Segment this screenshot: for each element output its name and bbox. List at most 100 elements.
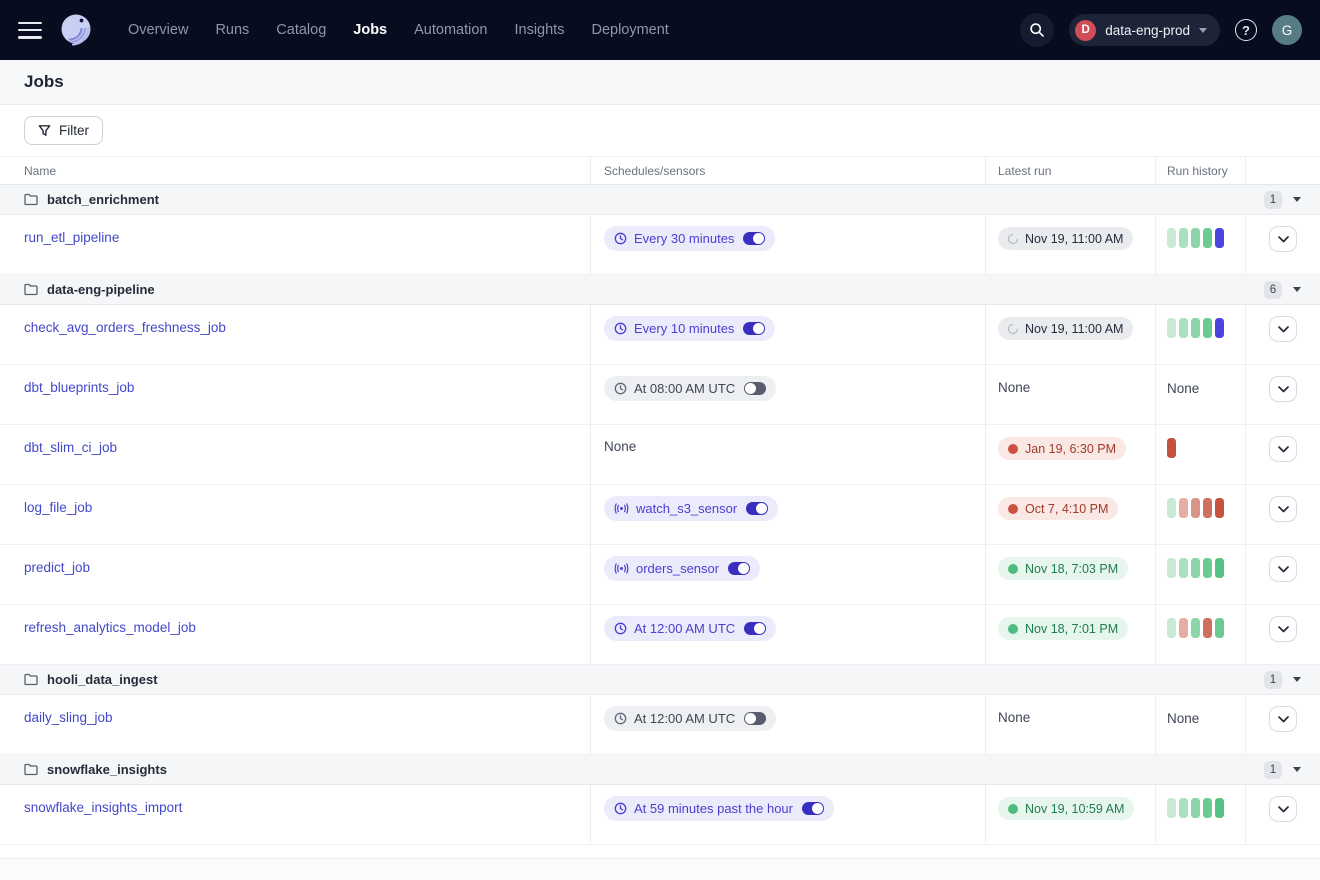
run-history-chip[interactable] bbox=[1215, 798, 1224, 818]
run-history-chip[interactable] bbox=[1167, 318, 1176, 338]
chevron-down-icon bbox=[1199, 28, 1207, 33]
group-collapse-caret-icon[interactable] bbox=[1293, 287, 1301, 292]
run-history-chip[interactable] bbox=[1203, 318, 1212, 338]
latest-run-pill[interactable]: Oct 7, 4:10 PM bbox=[998, 497, 1118, 520]
row-expand-button[interactable] bbox=[1269, 616, 1297, 642]
job-link-log-file[interactable]: log_file_job bbox=[24, 500, 92, 515]
run-history-chip[interactable] bbox=[1179, 798, 1188, 818]
run-history-chip[interactable] bbox=[1191, 558, 1200, 578]
latest-run-pill[interactable]: Jan 19, 6:30 PM bbox=[998, 437, 1126, 460]
run-history-chip[interactable] bbox=[1215, 228, 1224, 248]
sensor-toggle-on[interactable] bbox=[746, 502, 768, 515]
group-row-snowflake-insights[interactable]: snowflake_insights 1 bbox=[0, 755, 1320, 785]
search-button[interactable] bbox=[1020, 13, 1054, 47]
group-collapse-caret-icon[interactable] bbox=[1293, 197, 1301, 202]
run-history-chip[interactable] bbox=[1179, 618, 1188, 638]
run-history-chip[interactable] bbox=[1179, 558, 1188, 578]
run-history-chip[interactable] bbox=[1191, 618, 1200, 638]
schedule-pill[interactable]: Every 30 minutes bbox=[604, 226, 775, 251]
job-link-snowflake-insights-import[interactable]: snowflake_insights_import bbox=[24, 800, 182, 815]
row-expand-button[interactable] bbox=[1269, 796, 1297, 822]
schedule-toggle-on[interactable] bbox=[743, 232, 765, 245]
row-expand-button[interactable] bbox=[1269, 376, 1297, 402]
latest-run-pill[interactable]: Nov 19, 10:59 AM bbox=[998, 797, 1134, 820]
run-history-chip[interactable] bbox=[1179, 498, 1188, 518]
column-header-latest-run: Latest run bbox=[985, 157, 1155, 184]
schedule-toggle-on[interactable] bbox=[744, 622, 766, 635]
run-history-chip[interactable] bbox=[1167, 798, 1176, 818]
row-expand-button[interactable] bbox=[1269, 496, 1297, 522]
run-history-chip[interactable] bbox=[1215, 318, 1224, 338]
job-link-check-avg-orders-freshness[interactable]: check_avg_orders_freshness_job bbox=[24, 320, 226, 335]
row-expand-button[interactable] bbox=[1269, 706, 1297, 732]
schedule-pill[interactable]: At 08:00 AM UTC bbox=[604, 376, 776, 401]
schedule-toggle-on[interactable] bbox=[743, 322, 765, 335]
run-history-chip[interactable] bbox=[1215, 498, 1224, 518]
schedule-pill[interactable]: At 12:00 AM UTC bbox=[604, 706, 776, 731]
run-history-chip[interactable] bbox=[1191, 318, 1200, 338]
run-history-chip[interactable] bbox=[1203, 558, 1212, 578]
run-history-chip[interactable] bbox=[1179, 228, 1188, 248]
group-row-batch-enrichment[interactable]: batch_enrichment 1 bbox=[0, 185, 1320, 215]
run-history-chip[interactable] bbox=[1191, 228, 1200, 248]
schedule-pill[interactable]: Every 10 minutes bbox=[604, 316, 775, 341]
row-expand-button[interactable] bbox=[1269, 316, 1297, 342]
sensor-pill[interactable]: watch_s3_sensor bbox=[604, 496, 778, 521]
nav-item-catalog[interactable]: Catalog bbox=[276, 22, 326, 38]
schedule-toggle-off[interactable] bbox=[744, 382, 766, 395]
run-success-dot-icon bbox=[1008, 804, 1018, 814]
run-history-chip[interactable] bbox=[1167, 498, 1176, 518]
sensor-pill[interactable]: orders_sensor bbox=[604, 556, 760, 581]
row-expand-button[interactable] bbox=[1269, 556, 1297, 582]
latest-run-pill[interactable]: Nov 19, 11:00 AM bbox=[998, 227, 1133, 250]
nav-item-deployment[interactable]: Deployment bbox=[591, 22, 668, 38]
job-link-run-etl-pipeline[interactable]: run_etl_pipeline bbox=[24, 230, 119, 245]
nav-item-automation[interactable]: Automation bbox=[414, 22, 487, 38]
row-expand-button[interactable] bbox=[1269, 226, 1297, 252]
run-history-chip[interactable] bbox=[1203, 498, 1212, 518]
job-link-daily-sling[interactable]: daily_sling_job bbox=[24, 710, 113, 725]
job-link-dbt-slim-ci[interactable]: dbt_slim_ci_job bbox=[24, 440, 117, 455]
dagster-logo-icon[interactable] bbox=[56, 10, 96, 50]
run-history-chip[interactable] bbox=[1203, 228, 1212, 248]
job-link-refresh-analytics-model[interactable]: refresh_analytics_model_job bbox=[24, 620, 196, 635]
run-history-chip[interactable] bbox=[1203, 798, 1212, 818]
run-history-chip[interactable] bbox=[1191, 498, 1200, 518]
run-history-chip[interactable] bbox=[1215, 618, 1224, 638]
latest-run-pill[interactable]: Nov 18, 7:03 PM bbox=[998, 557, 1128, 580]
nav-item-jobs[interactable]: Jobs bbox=[353, 22, 387, 38]
menu-icon[interactable] bbox=[18, 22, 42, 39]
nav-item-runs[interactable]: Runs bbox=[215, 22, 249, 38]
latest-run-pill[interactable]: Nov 18, 7:01 PM bbox=[998, 617, 1128, 640]
schedule-pill[interactable]: At 59 minutes past the hour bbox=[604, 796, 834, 821]
run-history-chip[interactable] bbox=[1167, 438, 1176, 458]
filter-button[interactable]: Filter bbox=[24, 116, 103, 145]
latest-run-time: Oct 7, 4:10 PM bbox=[1025, 502, 1108, 516]
group-name: hooli_data_ingest bbox=[47, 672, 158, 687]
run-history-chip[interactable] bbox=[1167, 558, 1176, 578]
schedule-toggle-on[interactable] bbox=[802, 802, 824, 815]
schedule-toggle-off[interactable] bbox=[744, 712, 766, 725]
group-collapse-caret-icon[interactable] bbox=[1293, 677, 1301, 682]
group-row-hooli-data-ingest[interactable]: hooli_data_ingest 1 bbox=[0, 665, 1320, 695]
run-history-chip[interactable] bbox=[1203, 618, 1212, 638]
group-collapse-caret-icon[interactable] bbox=[1293, 767, 1301, 772]
run-history-chip[interactable] bbox=[1215, 558, 1224, 578]
row-expand-button[interactable] bbox=[1269, 436, 1297, 462]
sensor-toggle-on[interactable] bbox=[728, 562, 750, 575]
latest-run-pill[interactable]: Nov 19, 11:00 AM bbox=[998, 317, 1133, 340]
job-link-dbt-blueprints[interactable]: dbt_blueprints_job bbox=[24, 380, 134, 395]
group-row-data-eng-pipeline[interactable]: data-eng-pipeline 6 bbox=[0, 275, 1320, 305]
user-avatar[interactable]: G bbox=[1272, 15, 1302, 45]
job-link-predict[interactable]: predict_job bbox=[24, 560, 90, 575]
nav-item-insights[interactable]: Insights bbox=[514, 22, 564, 38]
schedule-pill[interactable]: At 12:00 AM UTC bbox=[604, 616, 776, 641]
nav-item-overview[interactable]: Overview bbox=[128, 22, 188, 38]
deployment-switcher[interactable]: D data-eng-prod bbox=[1069, 14, 1220, 46]
run-history-chip[interactable] bbox=[1167, 228, 1176, 248]
page-header: Jobs bbox=[0, 60, 1320, 105]
run-history-chip[interactable] bbox=[1167, 618, 1176, 638]
run-history-chip[interactable] bbox=[1179, 318, 1188, 338]
run-history-chip[interactable] bbox=[1191, 798, 1200, 818]
help-button[interactable]: ? bbox=[1235, 19, 1257, 41]
